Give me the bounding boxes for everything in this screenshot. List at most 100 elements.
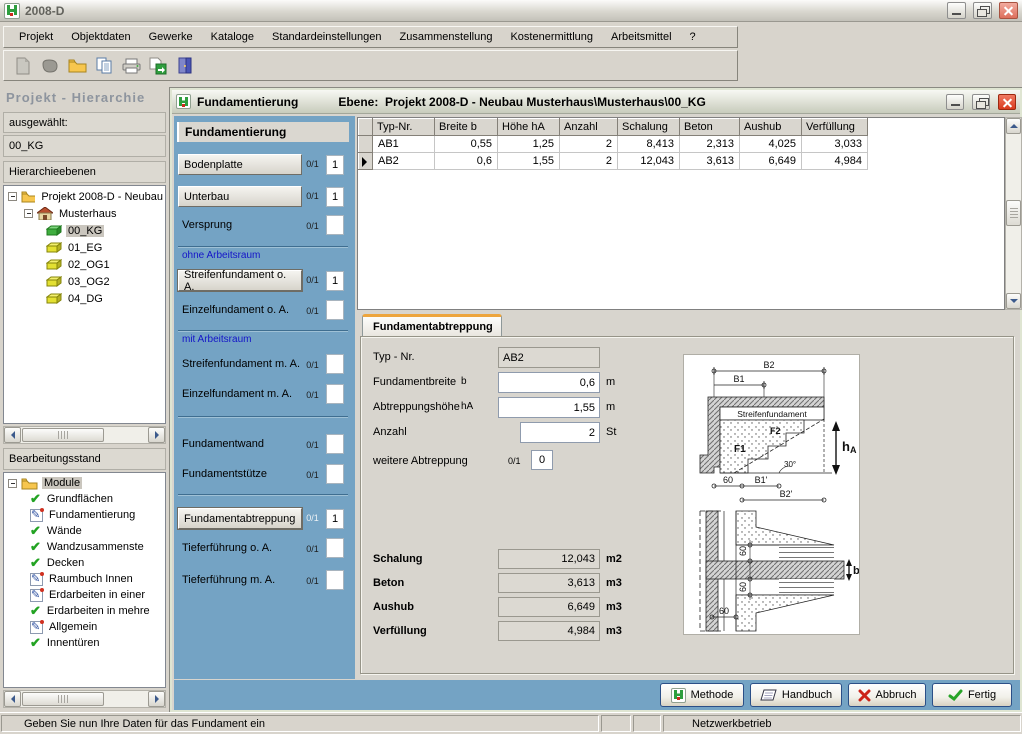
breite-input[interactable]: 0,6 (498, 372, 600, 393)
tree-node-storey[interactable]: 02_OG1 (4, 256, 165, 273)
hoehe-input[interactable]: 1,55 (498, 397, 600, 418)
weitere-input[interactable]: 0 (531, 450, 553, 470)
anzahl-input[interactable]: 2 (520, 422, 600, 443)
scroll-right-button[interactable] (148, 427, 165, 443)
col-hoehe[interactable]: Höhe hA (498, 119, 560, 136)
fertig-button[interactable]: Fertig (932, 683, 1012, 707)
nav-unterbau[interactable]: Unterbau (178, 186, 302, 207)
module-item[interactable]: Raumbuch Innen (4, 571, 165, 587)
nav-count-einzelfundament-oa[interactable] (326, 300, 344, 320)
nav-einzelfundament-ma[interactable]: Einzelfundament m. A. (182, 388, 292, 400)
app-logo-icon (4, 3, 20, 19)
export-icon[interactable] (147, 55, 169, 77)
scroll-left-button[interactable] (4, 427, 21, 443)
scroll-thumb[interactable] (22, 692, 104, 706)
nav-count-bodenplatte[interactable]: 1 (326, 155, 344, 175)
open-folder-icon[interactable] (66, 55, 88, 77)
handbook-icon (760, 689, 777, 702)
nav-fundamentstuetze[interactable]: Fundamentstütze (182, 468, 267, 480)
nav-count-unterbau[interactable]: 1 (326, 187, 344, 207)
scroll-thumb[interactable] (1006, 200, 1021, 226)
nav-streifenfundament-ma[interactable]: Streifenfundament m. A. (182, 358, 300, 370)
nav-count-einzelfundament-ma[interactable] (326, 384, 344, 404)
handbuch-button[interactable]: Handbuch (750, 683, 842, 707)
new-document-icon[interactable] (12, 55, 34, 77)
tree-node-storey[interactable]: 04_DG (4, 290, 165, 307)
module-item[interactable]: Innentüren (4, 635, 165, 651)
scroll-down-button[interactable] (1006, 293, 1021, 309)
module-item[interactable]: Fundamentierung (4, 507, 165, 523)
menu-standardeinstellungen[interactable]: Standardeinstellungen (263, 28, 390, 46)
menu-zusammenstellung[interactable]: Zusammenstellung (391, 28, 502, 46)
nav-einzelfundament-oa[interactable]: Einzelfundament o. A. (182, 304, 289, 316)
col-typ-nr[interactable]: Typ-Nr. (373, 119, 435, 136)
abbruch-button[interactable]: Abbruch (848, 683, 926, 707)
collapse-icon[interactable] (8, 479, 17, 488)
copy-icon[interactable] (93, 55, 115, 77)
menu-kataloge[interactable]: Kataloge (202, 28, 263, 46)
scroll-thumb[interactable] (22, 428, 104, 442)
col-beton[interactable]: Beton (680, 119, 740, 136)
tree-node-project[interactable]: Projekt 2008-D - Neubau (4, 188, 165, 205)
nav-fundamentwand[interactable]: Fundamentwand (182, 438, 264, 450)
nav-bodenplatte[interactable]: Bodenplatte (178, 154, 302, 175)
module-close-button[interactable] (998, 94, 1016, 110)
menu-gewerke[interactable]: Gewerke (140, 28, 202, 46)
tree-node-storey[interactable]: 01_EG (4, 239, 165, 256)
nav-count-tieferfuehrung-oa[interactable] (326, 538, 344, 558)
module-item[interactable]: Grundflächen (4, 491, 165, 507)
menu-arbeitsmittel[interactable]: Arbeitsmittel (602, 28, 681, 46)
scroll-up-button[interactable] (1006, 118, 1021, 134)
module-item[interactable]: Decken (4, 555, 165, 571)
nav-count-streifenfundament-oa[interactable]: 1 (326, 271, 344, 291)
tree-node-storey[interactable]: 00_KG (4, 222, 165, 239)
tree-node-module[interactable]: Module (4, 475, 165, 491)
collapse-icon[interactable] (8, 192, 17, 201)
status-hscrollbar[interactable] (3, 690, 166, 708)
table-row[interactable]: AB1 0,55 1,25 2 8,413 2,313 4,025 3,033 (359, 136, 868, 153)
col-aushub[interactable]: Aushub (740, 119, 802, 136)
col-anzahl[interactable]: Anzahl (560, 119, 618, 136)
exit-door-icon[interactable] (174, 55, 196, 77)
module-item[interactable]: Erdarbeiten in einer (4, 587, 165, 603)
nav-count-fundamentabtreppung[interactable]: 1 (326, 509, 344, 529)
nav-count-tieferfuehrung-ma[interactable] (326, 570, 344, 590)
restore-button[interactable] (973, 2, 992, 19)
print-icon[interactable] (120, 55, 142, 77)
hierarchy-hscrollbar[interactable] (3, 426, 166, 444)
status-cell-empty (633, 715, 661, 732)
nav-fundamentabtreppung[interactable]: Fundamentabtreppung (178, 508, 302, 529)
nav-tieferfuehrung-ma[interactable]: Tieferführung m. A. (182, 574, 275, 586)
module-item[interactable]: Wände (4, 523, 165, 539)
menu-kostenermittlung[interactable]: Kostenermittlung (501, 28, 602, 46)
nav-count-versprung[interactable] (326, 215, 344, 235)
col-verfuellung[interactable]: Verfüllung (802, 119, 868, 136)
scroll-right-button[interactable] (148, 691, 165, 707)
menu-help[interactable]: ? (681, 28, 705, 46)
tab-fundamentabtreppung[interactable]: Fundamentabtreppung (362, 314, 502, 337)
module-item[interactable]: Erdarbeiten in mehre (4, 603, 165, 619)
table-row-selected[interactable]: AB2 0,6 1,55 2 12,043 3,613 6,649 4,984 (359, 153, 868, 170)
collapse-icon[interactable] (24, 209, 33, 218)
nav-tieferfuehrung-oa[interactable]: Tieferführung o. A. (182, 542, 272, 554)
methode-button[interactable]: Methode (660, 683, 744, 707)
menu-projekt[interactable]: Projekt (10, 28, 62, 46)
nav-streifenfundament-oa[interactable]: Streifenfundament o. A. (178, 270, 302, 291)
open-document-icon[interactable] (39, 55, 61, 77)
module-item[interactable]: Wandzusammenste (4, 539, 165, 555)
module-restore-button[interactable] (972, 94, 990, 110)
nav-count-streifenfundament-ma[interactable] (326, 354, 344, 374)
minimize-button[interactable] (947, 2, 966, 19)
nav-count-fundamentwand[interactable] (326, 434, 344, 454)
nav-count-fundamentstuetze[interactable] (326, 464, 344, 484)
col-schalung[interactable]: Schalung (618, 119, 680, 136)
menu-objektdaten[interactable]: Objektdaten (62, 28, 139, 46)
nav-versprung[interactable]: Versprung (182, 219, 232, 231)
module-item[interactable]: Allgemein (4, 619, 165, 635)
scroll-left-button[interactable] (4, 691, 21, 707)
tree-node-building[interactable]: Musterhaus (4, 205, 165, 222)
col-breite[interactable]: Breite b (435, 119, 498, 136)
close-button[interactable] (999, 2, 1018, 19)
tree-node-storey[interactable]: 03_OG2 (4, 273, 165, 290)
module-minimize-button[interactable] (946, 94, 964, 110)
